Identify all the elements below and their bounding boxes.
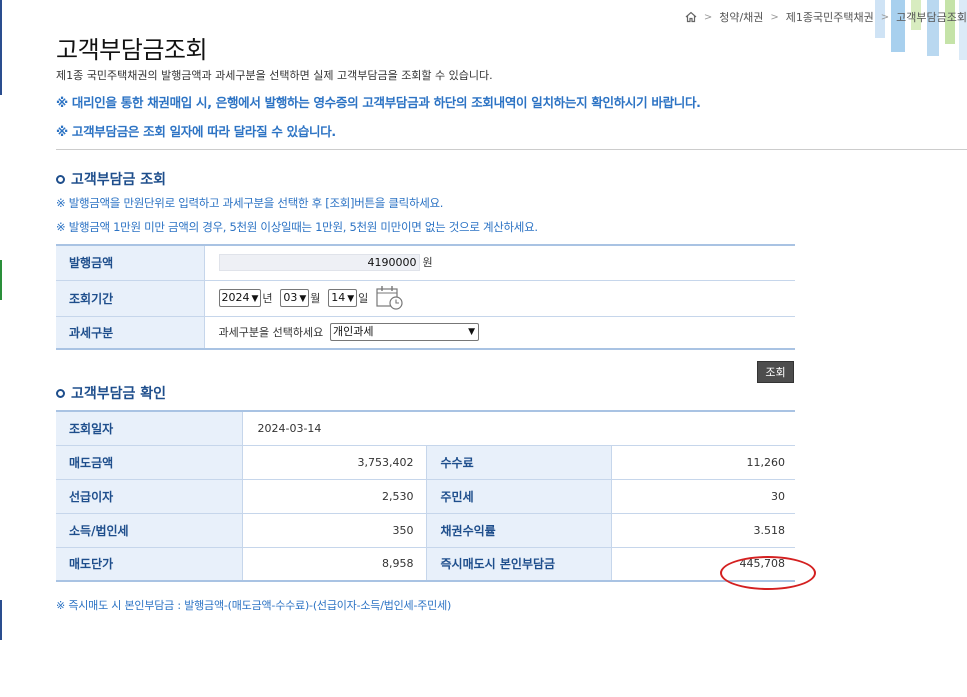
prepaid-interest-value: 2,530 <box>242 479 427 513</box>
fee-value: 11,260 <box>746 455 786 469</box>
page-description: 제1종 국민주택채권의 발행금액과 과세구분을 선택하면 실제 고객부담금을 조… <box>56 69 493 82</box>
year-unit: 년 <box>262 292 273 305</box>
result-section-title: 고객부담금 확인 <box>56 383 166 403</box>
page-title: 고객부담금조회 <box>56 36 208 64</box>
year-select[interactable]: 2024 ▼ <box>218 289 262 307</box>
query-section-title-text: 고객부담금 조회 <box>71 172 167 188</box>
resident-tax-label: 주민세 <box>426 479 612 513</box>
amount-label: 발행금액 <box>56 245 205 280</box>
sale-amount-label: 매도금액 <box>56 445 243 479</box>
tax-select-value: 개인과세 <box>333 325 374 339</box>
sale-unit-price-value: 8,958 <box>242 547 427 581</box>
sale-amount-value: 3,753,402 <box>242 445 427 479</box>
amount-unit: 원 <box>422 256 433 270</box>
amount-input[interactable]: 4190000 <box>218 254 420 272</box>
chevron-down-icon: ▼ <box>251 294 259 304</box>
table-row: 선급이자 2,530 주민세 30 <box>56 479 795 513</box>
month-select[interactable]: 03 ▼ <box>280 289 310 307</box>
amount-cell: 4190000 원 <box>204 245 795 280</box>
day-select-value: 14 <box>331 291 346 304</box>
form-row-tax: 과세구분 과세구분을 선택하세요 개인과세 ▼ <box>56 315 795 349</box>
income-tax-value: 350 <box>242 513 427 547</box>
table-row: 소득/법인세 350 채권수익률 3.518 <box>56 513 795 547</box>
query-form-table: 발행금액 4190000 원 조회기간 2024 ▼ 년 03 ▼ 월 14 ▼ 일 과세구분… <box>56 244 795 350</box>
table-row: 매도금액 3,753,402 수수료 11,260 <box>56 445 795 479</box>
query-button[interactable]: 조회 <box>757 361 794 383</box>
tax-label: 과세구분 <box>56 315 205 349</box>
form-row-period: 조회기간 2024 ▼ 년 03 ▼ 월 14 ▼ 일 <box>56 280 795 316</box>
home-icon[interactable] <box>685 11 697 23</box>
breadcrumb-item-1[interactable]: 청약/채권 <box>719 9 763 25</box>
resident-tax-value: 30 <box>771 489 785 503</box>
query-guide-1: ※ 발행금액을 만원단위로 입력하고 과세구분을 선택한 후 [조회]버튼을 클… <box>56 196 444 210</box>
table-row: 매도단가 8,958 즉시매도시 본인부담금 445,708 <box>56 547 795 581</box>
breadcrumb: > 청약/채권 > 제1종국민주택채권 > 고객부담금조회 <box>685 9 967 25</box>
date-label: 조회일자 <box>56 411 243 445</box>
left-edge-mark <box>0 0 2 95</box>
chevron-down-icon: ▼ <box>347 294 355 304</box>
notice-date-dependency: ※ 고객부담금은 조회 일자에 따라 달라질 수 있습니다. <box>56 124 336 139</box>
result-row-date: 조회일자 2024-03-14 <box>56 411 795 445</box>
bullet-icon <box>56 388 65 398</box>
month-select-value: 03 <box>283 291 298 304</box>
breadcrumb-item-3[interactable]: 고객부담금조회 <box>896 9 967 25</box>
period-cell: 2024 ▼ 년 03 ▼ 월 14 ▼ 일 <box>204 280 795 316</box>
bullet-icon <box>56 174 65 184</box>
tax-select[interactable]: 개인과세 ▼ <box>330 323 480 342</box>
tax-cell: 과세구분을 선택하세요 개인과세 ▼ <box>204 315 795 349</box>
left-edge-mark <box>0 600 2 640</box>
day-unit: 일 <box>358 292 369 305</box>
chevron-down-icon: ▼ <box>299 294 307 304</box>
divider <box>56 149 967 150</box>
breadcrumb-separator: > <box>880 11 890 23</box>
month-unit: 월 <box>310 292 321 305</box>
year-select-value: 2024 <box>221 291 250 304</box>
bond-yield-label: 채권수익률 <box>426 513 612 547</box>
result-table: 조회일자 2024-03-14 매도금액 3,753,402 수수료 11,26… <box>56 410 795 582</box>
breadcrumb-item-2[interactable]: 제1종국민주택채권 <box>786 9 874 25</box>
result-section-title-text: 고객부담금 확인 <box>71 386 167 402</box>
left-edge-mark <box>0 260 2 300</box>
tax-prompt: 과세구분을 선택하세요 <box>218 325 324 339</box>
customer-burden-label: 즉시매도시 본인부담금 <box>426 547 612 581</box>
query-guide-2: ※ 발행금액 1만원 미만 금액의 경우, 5천원 이상일때는 1만원, 5천원… <box>56 220 538 234</box>
prepaid-interest-label: 선급이자 <box>56 479 243 513</box>
breadcrumb-separator: > <box>770 11 779 23</box>
form-row-amount: 발행금액 4190000 원 <box>56 245 795 280</box>
query-section-title: 고객부담금 조회 <box>56 169 166 189</box>
day-select[interactable]: 14 ▼ <box>328 289 358 307</box>
period-label: 조회기간 <box>56 280 205 316</box>
highlight-annotation <box>720 556 816 590</box>
date-value: 2024-03-14 <box>257 421 322 435</box>
chevron-down-icon: ▼ <box>468 327 476 338</box>
income-tax-label: 소득/법인세 <box>56 513 243 547</box>
fee-label: 수수료 <box>426 445 612 479</box>
notice-receipt: ※ 대리인을 통한 채권매입 시, 은행에서 발행하는 영수증의 고객부담금과 … <box>56 95 701 110</box>
formula-note: ※ 즉시매도 시 본인부담금 : 발행금액-(매도금액-수수료)-(선급이자-소… <box>56 599 452 612</box>
bond-yield-value: 3.518 <box>753 523 786 537</box>
calendar-icon[interactable] <box>376 285 404 311</box>
sale-unit-price-label: 매도단가 <box>56 547 243 581</box>
breadcrumb-separator: > <box>703 11 713 23</box>
